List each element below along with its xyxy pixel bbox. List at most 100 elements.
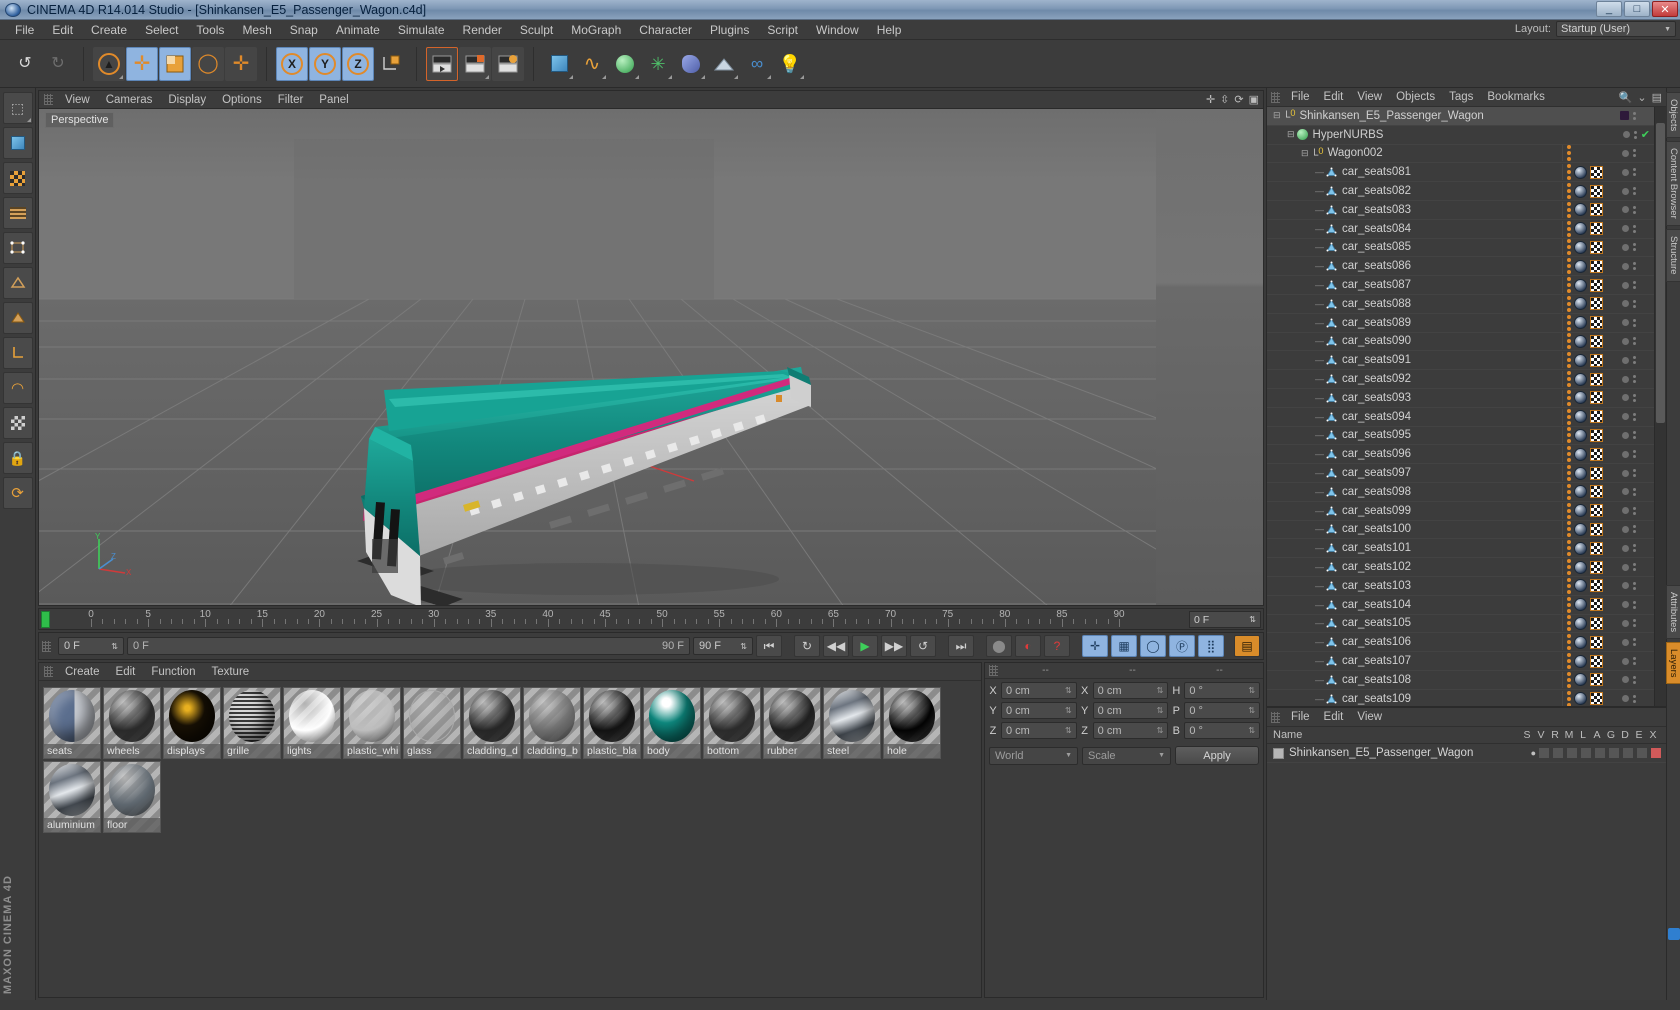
material-tag-icon[interactable] xyxy=(1574,391,1587,405)
visibility-dots[interactable] xyxy=(1633,600,1636,609)
lock-icon[interactable]: 🔒 xyxy=(2,442,33,474)
material-menu-texture[interactable]: Texture xyxy=(203,665,257,679)
material-swatch[interactable]: rubber xyxy=(763,687,821,759)
render-settings-icon[interactable] xyxy=(492,46,524,81)
coord-input-size[interactable]: 0 cm ⇅ xyxy=(1092,722,1169,739)
search-icon[interactable]: 🔍 xyxy=(1619,91,1633,104)
texture-axis-icon[interactable]: ⬚ xyxy=(2,92,33,124)
visibility-dots[interactable] xyxy=(1633,337,1636,346)
scrollbar-thumb[interactable] xyxy=(1656,123,1665,423)
object-tree-row[interactable]: — car_seats091 xyxy=(1267,351,1654,371)
viewport-menu-display[interactable]: Display xyxy=(160,93,214,107)
visibility-dot-editor[interactable] xyxy=(1622,243,1629,251)
stepper-icon[interactable]: ⇅ xyxy=(1157,726,1164,735)
object-tree-row[interactable]: ⊟ HyperNURBS ✔ xyxy=(1267,126,1654,145)
menu-item-mograph[interactable]: MoGraph xyxy=(562,21,630,39)
visibility-dots[interactable] xyxy=(1633,375,1636,384)
z-axis-lock-icon[interactable]: Z xyxy=(342,46,374,81)
object-tree-row[interactable]: — car_seats095 xyxy=(1267,427,1654,446)
material-tag-icon[interactable] xyxy=(1574,353,1587,367)
material-tag-icon[interactable] xyxy=(1574,165,1587,179)
workplane-icon[interactable]: ⟳ xyxy=(2,477,33,509)
texture-tag-icon[interactable] xyxy=(1590,334,1603,348)
viewport-3d-scene[interactable]: Perspective Y X Z xyxy=(39,109,1263,605)
texture-tag-icon[interactable] xyxy=(1590,203,1603,217)
visibility-dots[interactable] xyxy=(1633,506,1636,515)
visibility-dots[interactable] xyxy=(1633,299,1636,308)
texture-tag-icon[interactable] xyxy=(1590,184,1603,198)
tab-attributes[interactable]: Attributes xyxy=(1666,584,1680,639)
texture-tag-icon[interactable] xyxy=(1590,353,1603,367)
texture-tag-icon[interactable] xyxy=(1590,598,1603,612)
stepper-icon[interactable]: ⇅ xyxy=(1065,726,1072,735)
texture-tag-icon[interactable] xyxy=(1590,165,1603,179)
object-tree-row[interactable]: — car_seats092 xyxy=(1267,370,1654,389)
material-tag-icon[interactable] xyxy=(1574,259,1587,273)
object-tree-row[interactable]: — car_seats094 xyxy=(1267,408,1654,427)
frame-stepper-icon[interactable]: ⇅ xyxy=(111,642,118,651)
menu-item-mesh[interactable]: Mesh xyxy=(233,21,280,39)
menu-item-select[interactable]: Select xyxy=(136,21,187,39)
y-axis-lock-icon[interactable]: Y xyxy=(309,46,341,81)
visibility-dot-editor[interactable] xyxy=(1622,206,1629,214)
visibility-dots[interactable] xyxy=(1633,243,1636,252)
texture-tag-icon[interactable] xyxy=(1590,447,1603,461)
material-menu-create[interactable]: Create xyxy=(57,665,108,679)
transform-mode-dropdown[interactable]: Scale ▼ xyxy=(1082,746,1171,765)
toggle-key-icon[interactable]: ▤ xyxy=(1234,635,1260,657)
animation-flag-icon[interactable] xyxy=(1594,747,1606,759)
object-tree-row[interactable]: — car_seats105 xyxy=(1267,615,1654,634)
material-swatch[interactable]: grille xyxy=(223,687,281,759)
deformer-flag-icon[interactable] xyxy=(1622,747,1634,759)
material-tag-icon[interactable] xyxy=(1574,428,1587,442)
stepper-icon[interactable]: ⇅ xyxy=(1248,726,1255,735)
position-key-icon[interactable]: ✛ xyxy=(1082,635,1108,657)
visibility-dot-editor[interactable] xyxy=(1622,168,1629,176)
menu-item-create[interactable]: Create xyxy=(82,21,136,39)
material-tag-icon[interactable] xyxy=(1574,485,1587,499)
render-view-icon[interactable] xyxy=(426,46,458,81)
close-button[interactable]: ✕ xyxy=(1652,1,1678,17)
edge-mode-icon[interactable] xyxy=(2,267,33,299)
grid-snap-icon[interactable] xyxy=(2,407,33,439)
visibility-dot-editor[interactable] xyxy=(1622,281,1629,289)
texture-tag-icon[interactable] xyxy=(1590,560,1603,574)
material-menu-edit[interactable]: Edit xyxy=(108,665,144,679)
menu-item-render[interactable]: Render xyxy=(454,21,511,39)
visibility-dot-editor[interactable] xyxy=(1622,300,1629,308)
texture-tag-icon[interactable] xyxy=(1590,692,1603,706)
autokeying-icon[interactable]: ◐ xyxy=(1015,635,1041,657)
visibility-dots[interactable] xyxy=(1633,318,1636,327)
texture-tag-icon[interactable] xyxy=(1590,240,1603,254)
object-tree-row[interactable]: — car_seats086 xyxy=(1267,257,1654,277)
next-frame-button[interactable]: ▶▶ xyxy=(881,635,907,657)
om-menu-file[interactable]: File xyxy=(1284,90,1317,104)
texture-tag-icon[interactable] xyxy=(1590,579,1603,593)
rotation-key-icon[interactable]: ◯ xyxy=(1140,635,1166,657)
panel-menu-icon[interactable]: ▤ xyxy=(1652,91,1662,104)
visibility-dot-editor[interactable] xyxy=(1622,507,1629,515)
texture-tag-icon[interactable] xyxy=(1590,278,1603,292)
go-to-start-button[interactable]: ⏮ xyxy=(756,635,782,657)
material-swatch[interactable]: hole xyxy=(883,687,941,759)
object-tree-row[interactable]: — car_seats082 xyxy=(1267,182,1654,201)
tab-objects[interactable]: Objects xyxy=(1666,92,1680,139)
visibility-dots[interactable] xyxy=(1633,224,1636,233)
visibility-dots[interactable] xyxy=(1633,638,1636,647)
render-region-icon[interactable] xyxy=(459,46,491,81)
material-swatch[interactable]: cladding_b xyxy=(523,687,581,759)
world-coordinate-icon[interactable] xyxy=(375,47,407,81)
material-tag-icon[interactable] xyxy=(1574,616,1587,630)
add-tool-icon[interactable]: ✛ xyxy=(225,46,257,81)
tab-layers[interactable]: Layers xyxy=(1666,641,1680,685)
object-tree-row[interactable]: — car_seats104 xyxy=(1267,596,1654,615)
om-menu-tags[interactable]: Tags xyxy=(1442,90,1480,104)
menu-item-edit[interactable]: Edit xyxy=(43,21,82,39)
material-tag-icon[interactable] xyxy=(1574,635,1587,649)
tree-expander-icon[interactable]: ⊟ xyxy=(1301,148,1309,159)
scale-tool-icon[interactable] xyxy=(159,46,191,81)
menu-item-snap[interactable]: Snap xyxy=(281,21,327,39)
texture-tag-icon[interactable] xyxy=(1590,222,1603,236)
visibility-dot-editor[interactable] xyxy=(1622,450,1629,458)
visibility-dot-editor[interactable] xyxy=(1622,337,1629,345)
